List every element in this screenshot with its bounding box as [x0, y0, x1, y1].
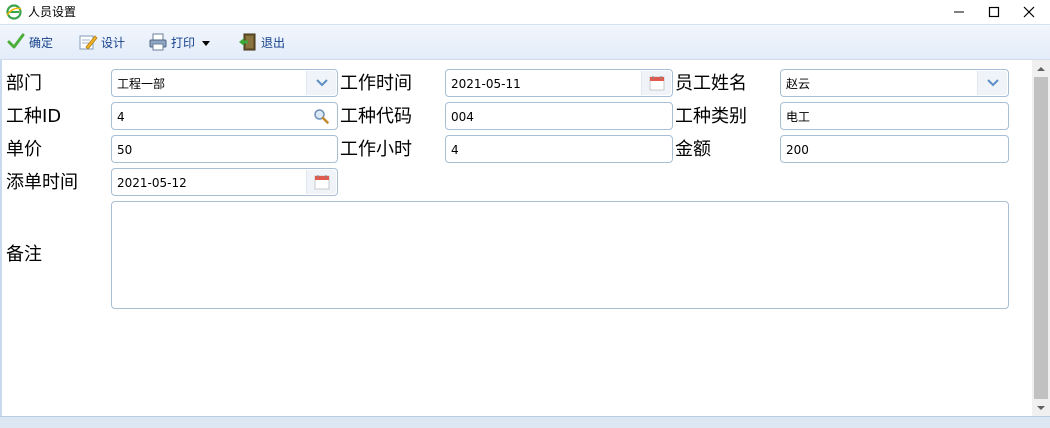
unit-price-value: 50 — [117, 143, 133, 157]
add-time-date-field[interactable]: 2021-05-12 — [111, 168, 338, 196]
minimize-icon — [954, 11, 964, 13]
work-type-code-value: 004 — [451, 110, 474, 124]
work-type-category-value: 电工 — [786, 110, 811, 124]
print-label: 打印 — [171, 35, 196, 50]
work-type-id-value: 4 — [117, 110, 125, 124]
amount-value: 200 — [786, 143, 809, 157]
calendar-icon[interactable] — [641, 71, 671, 95]
confirm-label: 确定 — [29, 35, 54, 50]
scroll-up-icon[interactable] — [1032, 60, 1050, 77]
minimize-button[interactable] — [942, 0, 976, 24]
employee-name-select[interactable]: 赵云 — [780, 69, 1009, 97]
print-button[interactable]: 打印 — [148, 31, 211, 53]
work-type-id-label: 工种ID — [6, 106, 62, 127]
form-left-border — [0, 60, 2, 416]
confirm-button[interactable]: 确定 — [6, 31, 53, 53]
exit-door-icon — [238, 32, 258, 52]
exit-label: 退出 — [261, 35, 286, 50]
remark-textarea[interactable] — [111, 201, 1009, 309]
vertical-scrollbar[interactable] — [1032, 60, 1050, 416]
work-type-category-field[interactable]: 电工 — [780, 102, 1009, 130]
title-bar: 人员设置 — [0, 0, 1050, 24]
work-hours-value: 4 — [451, 143, 459, 157]
bottom-border — [0, 416, 1050, 428]
close-button[interactable] — [1012, 0, 1046, 24]
chevron-down-icon[interactable] — [977, 71, 1007, 95]
unit-price-label: 单价 — [6, 139, 42, 160]
design-pencil-icon — [78, 32, 98, 52]
work-type-category-label: 工种类别 — [675, 106, 747, 127]
employee-name-value: 赵云 — [786, 77, 811, 91]
search-icon[interactable] — [306, 104, 336, 128]
amount-field[interactable]: 200 — [780, 135, 1009, 163]
design-label: 设计 — [101, 35, 126, 50]
window-title: 人员设置 — [28, 5, 77, 19]
work-time-date-field[interactable]: 2021-05-11 — [445, 69, 673, 97]
work-hours-label: 工作小时 — [340, 139, 412, 160]
remark-label: 备注 — [6, 244, 42, 265]
maximize-button[interactable] — [977, 0, 1011, 24]
work-type-code-label: 工种代码 — [340, 106, 412, 127]
employee-name-label: 员工姓名 — [675, 73, 747, 94]
work-type-id-lookup[interactable]: 4 — [111, 102, 338, 130]
add-time-value: 2021-05-12 — [117, 176, 187, 190]
form-panel: 部门 工程一部 工作时间 2021-05-11 员工姓名 赵云 工种ID 4 工… — [0, 60, 1032, 416]
printer-icon — [148, 32, 168, 52]
work-type-code-field[interactable]: 004 — [445, 102, 673, 130]
design-button[interactable]: 设计 — [78, 31, 125, 53]
department-select[interactable]: 工程一部 — [111, 69, 338, 97]
department-value: 工程一部 — [117, 77, 166, 91]
maximize-icon — [988, 6, 1000, 18]
exit-button[interactable]: 退出 — [238, 31, 285, 53]
work-hours-field[interactable]: 4 — [445, 135, 673, 163]
scrollbar-thumb[interactable] — [1034, 77, 1048, 399]
add-time-label: 添单时间 — [6, 172, 78, 193]
work-time-label: 工作时间 — [340, 73, 412, 94]
unit-price-field[interactable]: 50 — [111, 135, 338, 163]
amount-label: 金额 — [675, 139, 711, 160]
work-time-value: 2021-05-11 — [451, 77, 521, 91]
close-icon — [1023, 6, 1035, 18]
scroll-down-icon[interactable] — [1032, 399, 1050, 416]
calendar-icon[interactable] — [306, 170, 336, 194]
toolbar: 确定 设计 打印 退出 — [0, 24, 1050, 60]
caret-down-icon[interactable] — [201, 33, 211, 52]
chevron-down-icon[interactable] — [306, 71, 336, 95]
department-label: 部门 — [6, 73, 42, 94]
ie-app-icon — [6, 4, 22, 20]
check-icon — [6, 32, 26, 52]
